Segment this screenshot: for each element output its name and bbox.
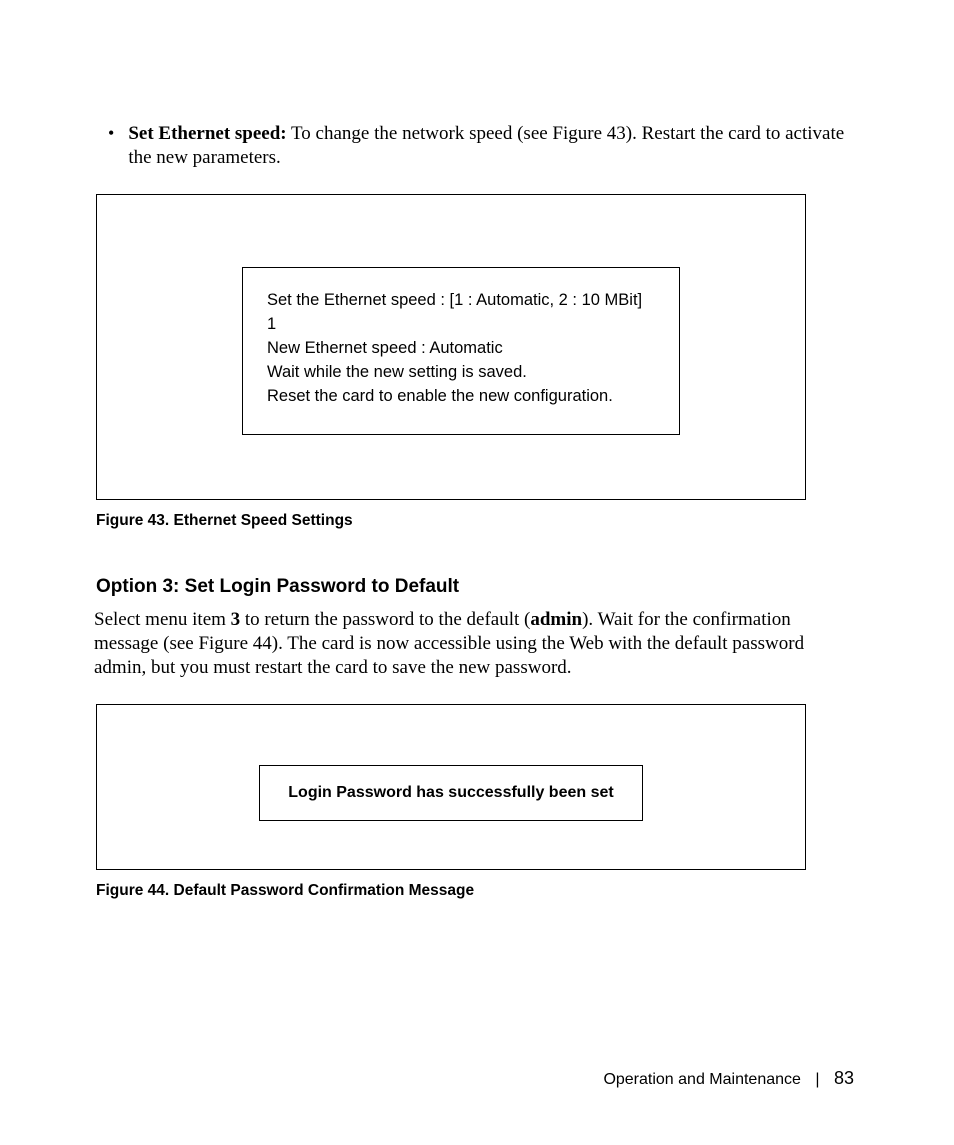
bullet-item: • Set Ethernet speed: To change the netw… [112, 122, 858, 170]
figure-44-caption: Figure 44. Default Password Confirmation… [96, 882, 858, 900]
figure-44-message: Login Password has successfully been set [259, 765, 642, 821]
section-heading: Option 3: Set Login Password to Default [96, 576, 858, 598]
bullet-text: Set Ethernet speed: To change the networ… [128, 122, 858, 170]
terminal-line: Wait while the new setting is saved. [267, 360, 655, 384]
content-area: • Set Ethernet speed: To change the netw… [94, 122, 858, 900]
page-footer: Operation and Maintenance | 83 [603, 1068, 854, 1089]
bullet-dot: • [108, 122, 114, 144]
terminal-line: 1 [267, 312, 655, 336]
figure-43-terminal: Set the Ethernet speed : [1 : Automatic,… [242, 267, 680, 435]
footer-separator: | [815, 1071, 819, 1088]
terminal-line: Set the Ethernet speed : [1 : Automatic,… [267, 288, 655, 312]
figure-43-caption: Figure 43. Ethernet Speed Settings [96, 512, 858, 530]
para-text: Select menu item [94, 609, 231, 630]
document-page: • Set Ethernet speed: To change the netw… [0, 0, 954, 1145]
para-text: to return the password to the default ( [240, 609, 530, 630]
figure-43-box: Set the Ethernet speed : [1 : Automatic,… [96, 194, 806, 500]
figure-44-box: Login Password has successfully been set [96, 704, 806, 870]
paragraph: Select menu item 3 to return the passwor… [94, 608, 858, 680]
para-bold: admin [530, 609, 582, 630]
footer-section: Operation and Maintenance [603, 1071, 800, 1088]
terminal-line: New Ethernet speed : Automatic [267, 336, 655, 360]
bullet-label: Set Ethernet speed: [128, 123, 286, 144]
footer-page-number: 83 [834, 1068, 854, 1088]
para-bold: 3 [231, 609, 241, 630]
terminal-line: Reset the card to enable the new configu… [267, 384, 655, 408]
